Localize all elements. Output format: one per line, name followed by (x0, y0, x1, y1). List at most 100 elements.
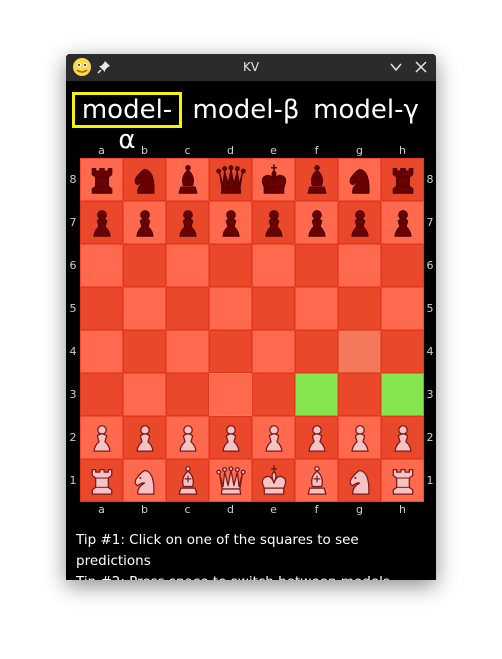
square-g8[interactable] (338, 158, 381, 201)
square-f6[interactable] (295, 244, 338, 287)
file-label-top-d: d (227, 144, 234, 157)
square-h8[interactable] (381, 158, 424, 201)
square-e5[interactable] (252, 287, 295, 330)
square-e1[interactable] (252, 459, 295, 502)
file-label-bottom-e: e (270, 503, 277, 516)
white-pawn-icon (126, 419, 164, 457)
square-g7[interactable] (338, 201, 381, 244)
square-d8[interactable] (209, 158, 252, 201)
square-e2[interactable] (252, 416, 295, 459)
square-a1[interactable] (80, 459, 123, 502)
square-c7[interactable] (166, 201, 209, 244)
square-b5[interactable] (123, 287, 166, 330)
square-g4[interactable] (338, 330, 381, 373)
white-king-icon (255, 462, 293, 500)
square-c6[interactable] (166, 244, 209, 287)
square-e3[interactable] (252, 373, 295, 416)
square-h3[interactable] (381, 373, 424, 416)
square-e4[interactable] (252, 330, 295, 373)
rank-label-right-2: 2 (426, 430, 434, 444)
square-b2[interactable] (123, 416, 166, 459)
square-f5[interactable] (295, 287, 338, 330)
square-g5[interactable] (338, 287, 381, 330)
square-a7[interactable] (80, 201, 123, 244)
file-label-bottom-f: f (314, 503, 319, 516)
square-e7[interactable] (252, 201, 295, 244)
square-a5[interactable] (80, 287, 123, 330)
rank-label-left-2: 2 (69, 430, 77, 444)
square-b8[interactable] (123, 158, 166, 201)
square-h1[interactable] (381, 459, 424, 502)
square-b7[interactable] (123, 201, 166, 244)
square-d2[interactable] (209, 416, 252, 459)
square-h4[interactable] (381, 330, 424, 373)
square-b6[interactable] (123, 244, 166, 287)
square-g2[interactable] (338, 416, 381, 459)
square-b4[interactable] (123, 330, 166, 373)
square-d3[interactable] (209, 373, 252, 416)
rank-label-right-3: 3 (426, 387, 434, 401)
rank-label-right-7: 7 (426, 215, 434, 229)
square-c4[interactable] (166, 330, 209, 373)
rank-label-left-3: 3 (69, 387, 77, 401)
black-king-icon (255, 161, 293, 199)
square-f1[interactable] (295, 459, 338, 502)
square-d5[interactable] (209, 287, 252, 330)
square-h7[interactable] (381, 201, 424, 244)
file-label-top-b: b (141, 144, 148, 157)
chevron-down-icon[interactable] (390, 62, 402, 72)
square-c1[interactable] (166, 459, 209, 502)
square-b1[interactable] (123, 459, 166, 502)
square-h5[interactable] (381, 287, 424, 330)
square-g6[interactable] (338, 244, 381, 287)
tab-model-alpha[interactable]: model-α (72, 92, 182, 155)
square-g1[interactable] (338, 459, 381, 502)
rank-label-right-6: 6 (426, 258, 434, 272)
square-d6[interactable] (209, 244, 252, 287)
square-c3[interactable] (166, 373, 209, 416)
square-a2[interactable] (80, 416, 123, 459)
square-f4[interactable] (295, 330, 338, 373)
white-pawn-icon (255, 419, 293, 457)
square-c8[interactable] (166, 158, 209, 201)
square-f2[interactable] (295, 416, 338, 459)
square-e6[interactable] (252, 244, 295, 287)
white-pawn-icon (83, 419, 121, 457)
square-a6[interactable] (80, 244, 123, 287)
square-e8[interactable] (252, 158, 295, 201)
file-label-top-h: h (399, 144, 406, 157)
black-bishop-icon (298, 161, 336, 199)
black-pawn-icon (212, 204, 250, 242)
app-window: KV model-α model-β model-γ a a b b c c d d e e f f g… (66, 54, 436, 580)
black-pawn-icon (298, 204, 336, 242)
square-c2[interactable] (166, 416, 209, 459)
square-h2[interactable] (381, 416, 424, 459)
square-d4[interactable] (209, 330, 252, 373)
square-h6[interactable] (381, 244, 424, 287)
square-d7[interactable] (209, 201, 252, 244)
square-d1[interactable] (209, 459, 252, 502)
black-pawn-icon (341, 204, 379, 242)
square-a8[interactable] (80, 158, 123, 201)
square-a4[interactable] (80, 330, 123, 373)
chess-board (80, 158, 424, 502)
file-label-top-e: e (270, 144, 277, 157)
black-rook-icon (83, 161, 121, 199)
tab-model-gamma[interactable]: model-γ (310, 92, 422, 128)
square-f8[interactable] (295, 158, 338, 201)
tab-model-beta[interactable]: model-β (190, 92, 302, 128)
square-g3[interactable] (338, 373, 381, 416)
model-tabs: model-α model-β model-γ (66, 88, 436, 155)
file-label-bottom-d: d (227, 503, 234, 516)
square-f7[interactable] (295, 201, 338, 244)
close-icon[interactable] (415, 61, 427, 73)
square-b3[interactable] (123, 373, 166, 416)
square-f3[interactable] (295, 373, 338, 416)
white-pawn-icon (384, 419, 422, 457)
square-a3[interactable] (80, 373, 123, 416)
black-pawn-icon (384, 204, 422, 242)
black-rook-icon (384, 161, 422, 199)
rank-label-left-8: 8 (69, 172, 77, 186)
square-c5[interactable] (166, 287, 209, 330)
rank-label-right-5: 5 (426, 301, 434, 315)
